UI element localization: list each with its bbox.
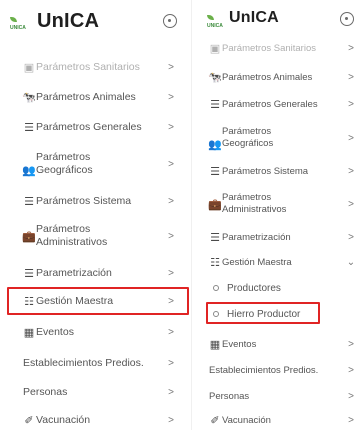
submenu-item-productores[interactable]: Productores	[213, 281, 281, 295]
sidebar-item-parametros-geograficos[interactable]: 👥 Parámetros Geográficos >	[0, 150, 190, 178]
syringe-icon: ✐	[24, 414, 34, 427]
animal-icon: 🐄	[208, 71, 222, 84]
sidebar-item-parametros-sistema[interactable]: ☰ Parámetros Sistema >	[0, 194, 190, 208]
chevron-right-icon: >	[168, 121, 174, 133]
chevron-right-icon: >	[348, 364, 354, 376]
logo-icon: UNICA	[207, 15, 227, 29]
sliders-icon: ☰	[210, 98, 220, 111]
chevron-right-icon: >	[348, 132, 354, 144]
sidebar-right: UNICA UnICA ▣ Parámetros Sanitarios > 🐄 …	[199, 0, 358, 430]
highlight-box	[206, 302, 320, 324]
sliders-icon: ☰	[210, 165, 220, 178]
sliders-icon: ☰	[24, 195, 34, 208]
brand-name: UnICA	[37, 10, 100, 32]
chevron-right-icon: >	[168, 91, 174, 103]
sidebar-item-parametros-generales[interactable]: ☰ Parámetros Generales >	[199, 97, 358, 111]
sanitary-icon: ▣	[23, 61, 35, 74]
sidebar-item-vacunacion[interactable]: ✐ Vacunación >	[0, 413, 190, 427]
sidebar-item-personas[interactable]: Personas >	[199, 389, 358, 403]
sidebar-header: UNICA UnICA	[199, 0, 358, 42]
sidebar-item-parametros-geograficos[interactable]: 👥 Parámetros Geográficos >	[199, 124, 358, 152]
sidebar-item-establecimientos-predios[interactable]: Establecimientos Predios. >	[199, 363, 358, 377]
sidebar-header: UNICA UnICA	[0, 0, 190, 42]
chevron-right-icon: >	[168, 386, 174, 398]
sidebar-item-parametros-sanitarios[interactable]: ▣ Parámetros Sanitarios >	[0, 60, 190, 74]
sidebar-item-parametrizacion[interactable]: ☰ Parametrización >	[0, 266, 190, 280]
sliders-icon: ☰	[24, 121, 34, 134]
sidebar-item-parametros-sanitarios[interactable]: ▣ Parámetros Sanitarios >	[199, 42, 358, 55]
sidebar-item-parametros-animales[interactable]: 🐄 Parámetros Animales >	[0, 90, 190, 104]
sidebar-item-parametrizacion[interactable]: ☰ Parametrización >	[199, 230, 358, 244]
sidebar-item-eventos[interactable]: ▦ Eventos >	[0, 325, 190, 339]
chevron-right-icon: >	[348, 198, 354, 210]
panel-divider	[191, 0, 192, 430]
logo-icon: UNICA	[10, 17, 30, 31]
chevron-right-icon: >	[348, 338, 354, 350]
sidebar-toggle-icon[interactable]	[340, 12, 354, 26]
sidebar-item-parametros-sistema[interactable]: ☰ Parámetros Sistema >	[199, 164, 358, 178]
chevron-right-icon: >	[168, 158, 174, 170]
chevron-right-icon: >	[348, 390, 354, 402]
sidebar-item-parametros-administrativos[interactable]: 💼 Parámetros Administrativos >	[0, 222, 190, 250]
chevron-right-icon: >	[168, 267, 174, 279]
chevron-right-icon: >	[168, 326, 174, 338]
chevron-down-icon: ⌄	[346, 256, 356, 268]
chevron-right-icon: >	[348, 71, 354, 83]
animal-icon: 🐄	[22, 91, 36, 104]
sidebar-item-gestion-maestra[interactable]: ☷ Gestión Maestra ⌄	[199, 255, 358, 269]
chevron-right-icon: >	[348, 98, 354, 110]
sidebar-item-parametros-administrativos[interactable]: 💼 Parámetros Administrativos >	[199, 190, 358, 218]
chevron-right-icon: >	[348, 42, 354, 54]
calendar-icon: ▦	[23, 326, 35, 339]
sidebar-item-vacunacion[interactable]: ✐ Vacunación >	[199, 413, 358, 427]
sidebar-left: UNICA UnICA ▣ Parámetros Sanitarios > 🐄 …	[0, 0, 190, 430]
chevron-right-icon: >	[168, 357, 174, 369]
sidebar-item-eventos[interactable]: ▦ Eventos >	[199, 337, 358, 351]
people-icon: 👥	[208, 138, 222, 151]
sidebar-item-parametros-animales[interactable]: 🐄 Parámetros Animales >	[199, 70, 358, 84]
chevron-right-icon: >	[168, 61, 174, 73]
sidebar-toggle-icon[interactable]	[163, 14, 177, 28]
sliders-icon: ☰	[210, 231, 220, 244]
sanitary-icon: ▣	[209, 42, 221, 55]
circle-icon	[213, 285, 219, 291]
highlight-box	[7, 287, 189, 315]
sidebar-item-personas[interactable]: Personas >	[0, 385, 190, 399]
briefcase-icon: 💼	[208, 198, 222, 211]
briefcase-icon: 💼	[22, 230, 36, 243]
chevron-right-icon: >	[168, 195, 174, 207]
syringe-icon: ✐	[210, 414, 220, 427]
calendar-icon: ▦	[209, 338, 221, 351]
chevron-right-icon: >	[168, 230, 174, 242]
sliders-icon: ☰	[24, 267, 34, 280]
sidebar-item-establecimientos-predios[interactable]: Establecimientos Predios. >	[0, 356, 190, 370]
chevron-right-icon: >	[348, 231, 354, 243]
list-icon: ☷	[210, 256, 220, 269]
chevron-right-icon: >	[348, 414, 354, 426]
people-icon: 👥	[22, 164, 36, 177]
chevron-right-icon: >	[348, 165, 354, 177]
brand-name: UnICA	[229, 9, 279, 26]
chevron-right-icon: >	[168, 414, 174, 426]
sidebar-item-parametros-generales[interactable]: ☰ Parámetros Generales >	[0, 120, 190, 134]
